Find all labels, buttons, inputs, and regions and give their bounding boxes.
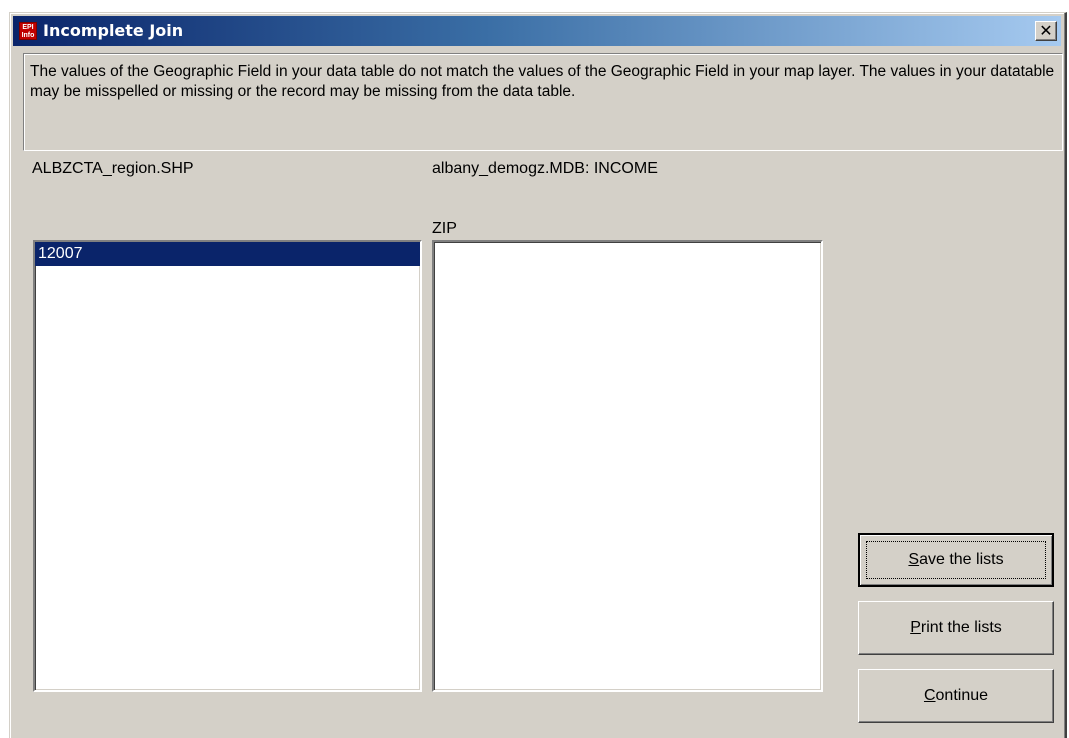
save-mnemonic: S: [908, 551, 920, 568]
save-lists-button[interactable]: Save the lists: [858, 533, 1054, 587]
dialog-title: Incomplete Join: [43, 21, 184, 40]
close-icon: ✕: [1039, 21, 1053, 40]
continue-label: ontinue: [935, 687, 989, 704]
epi-info-app-icon: EPI Info: [19, 22, 37, 40]
map-layer-label: ALBZCTA_region.SHP: [32, 160, 194, 177]
map-values-listbox[interactable]: 12007: [33, 240, 422, 692]
title-bar[interactable]: EPI Info Incomplete Join ✕: [13, 16, 1061, 46]
save-label: ave the lists: [919, 551, 1004, 568]
zip-values-listbox[interactable]: [432, 240, 823, 692]
message-text: The values of the Geographic Field in yo…: [30, 63, 1055, 100]
list-item[interactable]: 12007: [35, 242, 420, 266]
print-mnemonic: P: [910, 619, 921, 636]
close-button[interactable]: ✕: [1035, 21, 1057, 41]
print-label: rint the lists: [920, 619, 1002, 636]
data-table-label: albany_demogz.MDB: INCOME: [432, 160, 658, 177]
message-panel: The values of the Geographic Field in yo…: [23, 53, 1063, 151]
incomplete-join-dialog: EPI Info Incomplete Join ✕ The values of …: [9, 12, 1067, 738]
print-lists-button[interactable]: Print the lists: [858, 601, 1054, 655]
field-label-zip: ZIP: [432, 220, 457, 237]
continue-mnemonic: C: [923, 687, 936, 704]
continue-button[interactable]: Continue: [858, 669, 1054, 723]
